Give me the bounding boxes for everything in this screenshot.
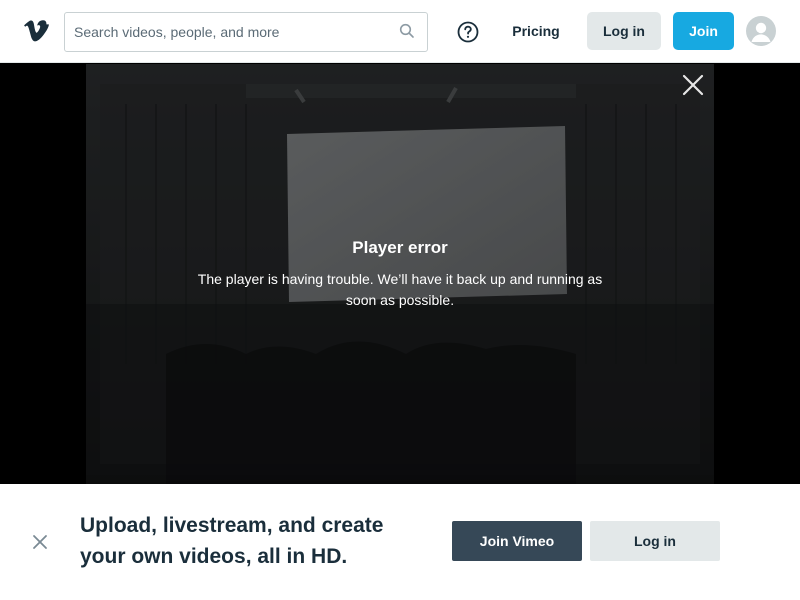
user-icon <box>751 22 771 42</box>
avatar[interactable] <box>746 16 776 46</box>
join-vimeo-button[interactable]: Join Vimeo <box>452 521 582 561</box>
pricing-link[interactable]: Pricing <box>500 12 572 50</box>
close-icon[interactable] <box>31 533 49 551</box>
join-button[interactable]: Join <box>673 12 734 50</box>
site-header: Pricing Log in Join <box>0 0 800 63</box>
banner-login-button[interactable]: Log in <box>590 521 720 561</box>
banner-headline: Upload, livestream, and create your own … <box>80 514 384 568</box>
close-icon[interactable] <box>682 74 704 96</box>
player-error-title: Player error <box>352 238 448 257</box>
help-icon[interactable] <box>456 20 480 44</box>
search-box <box>64 12 428 52</box>
vimeo-logo-icon[interactable] <box>22 15 50 47</box>
player-error-message: The player is having trouble. We’ll have… <box>197 271 603 308</box>
login-button[interactable]: Log in <box>587 12 661 50</box>
signup-banner: Upload, livestream, and create your own … <box>0 484 800 600</box>
search-input[interactable] <box>65 13 395 51</box>
search-icon[interactable] <box>399 23 415 39</box>
video-player[interactable]: Player error The player is having troubl… <box>0 64 800 484</box>
